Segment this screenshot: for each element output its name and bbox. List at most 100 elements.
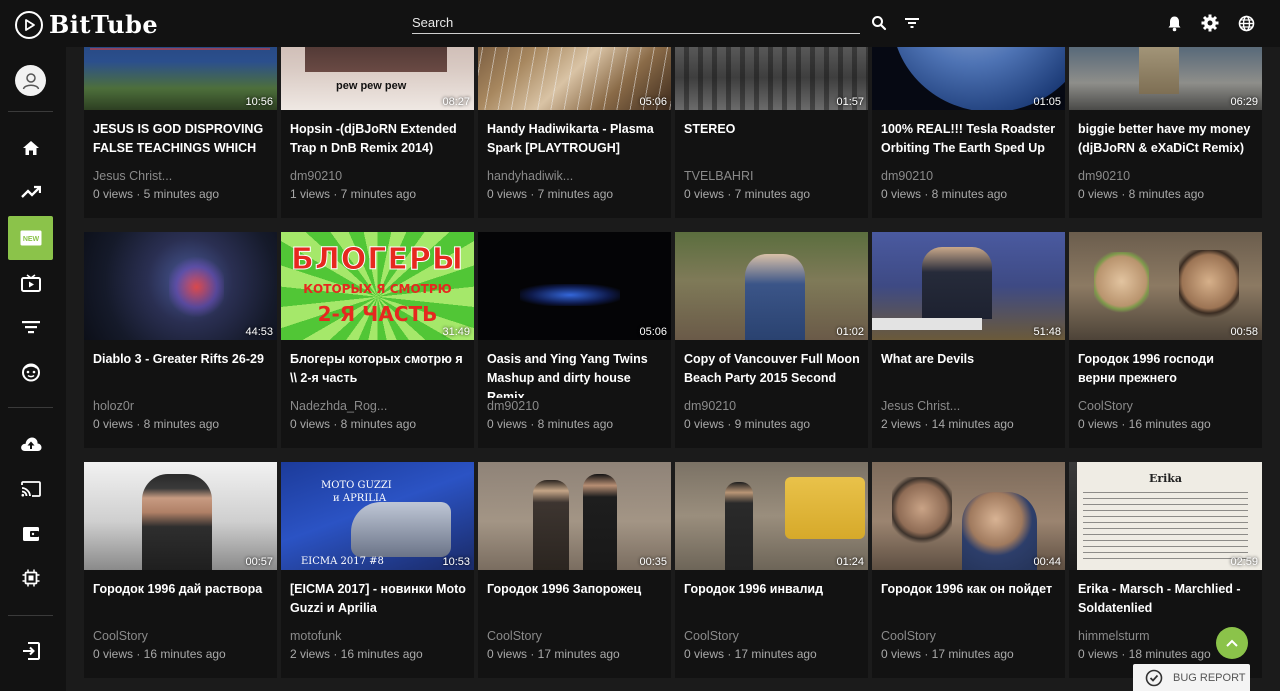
video-thumbnail[interactable]: 01:24 [675, 462, 868, 570]
video-author[interactable]: Jesus Christ... [84, 168, 277, 184]
video-author[interactable]: dm90210 [281, 168, 474, 184]
video-meta: 0 views · 9 minutes ago [684, 417, 811, 431]
video-card[interactable]: MOTO GUZZI и APRILIA EICMA 2017 #8 10:53… [281, 462, 474, 678]
video-title[interactable]: Блогеры которых смотрю я \\ 2-я часть [281, 340, 474, 398]
video-card[interactable]: 44:53 Diablo 3 - Greater Rifts 26-29 hol… [84, 232, 277, 448]
avatar[interactable] [15, 65, 46, 96]
sidebar-divider [8, 407, 53, 408]
video-duration: 02:59 [1230, 556, 1258, 568]
video-author[interactable]: CoolStory [84, 628, 277, 644]
check-circle-icon [1145, 669, 1163, 686]
search-icon[interactable] [868, 12, 890, 34]
top-bar: BitTube [0, 0, 1280, 47]
globe-icon[interactable] [1235, 12, 1257, 34]
video-title[interactable]: Handy Hadiwikarta - Plasma Spark [PLAYTR… [478, 110, 671, 168]
video-author[interactable]: handyhadiwik... [478, 168, 671, 184]
video-title[interactable]: Copy of Vancouver Full Moon Beach Party … [675, 340, 868, 398]
sidebar-item-settings[interactable] [8, 556, 53, 600]
video-title[interactable]: Городок 1996 дай раствора [84, 570, 277, 628]
video-duration: 01:05 [1033, 96, 1061, 108]
video-thumbnail[interactable]: 00:57 [84, 462, 277, 570]
video-author[interactable]: TVELBAHRI [675, 168, 868, 184]
video-author[interactable]: CoolStory [1069, 398, 1262, 414]
video-author[interactable]: dm90210 [1069, 168, 1262, 184]
video-title[interactable]: Городок 1996 господи верни прежнего [1069, 340, 1262, 398]
thumbnail-caption: Erika [1148, 472, 1183, 485]
sidebar-item-subscriptions[interactable] [8, 261, 53, 305]
video-thumbnail[interactable]: 00:44 [872, 462, 1065, 570]
video-author[interactable]: dm90210 [478, 398, 671, 414]
sidebar-item-wallet[interactable] [8, 512, 53, 556]
video-card[interactable]: 05:06 Oasis and Ying Yang Twins Mashup a… [478, 232, 671, 448]
search-input[interactable] [412, 12, 860, 32]
gear-icon[interactable] [1199, 12, 1221, 34]
video-thumbnail[interactable]: 44:53 [84, 232, 277, 340]
video-thumbnail[interactable]: 00:35 [478, 462, 671, 570]
video-author[interactable]: holoz0r [84, 398, 277, 414]
video-thumbnail[interactable]: 51:48 [872, 232, 1065, 340]
sidebar-item-home[interactable] [8, 126, 53, 170]
video-card[interactable]: 00:44 Городок 1996 как он пойдет CoolSto… [872, 462, 1065, 678]
video-author[interactable]: CoolStory [872, 628, 1065, 644]
video-title[interactable]: Hopsin -(djBJoRN Extended Trap n DnB Rem… [281, 110, 474, 168]
search-box [412, 12, 860, 34]
video-title[interactable]: Erika - Marsch - Marchlied - Soldatenlie… [1069, 570, 1262, 628]
video-title[interactable]: Oasis and Ying Yang Twins Mashup and dir… [478, 340, 671, 398]
sidebar-item-kids[interactable] [8, 350, 53, 394]
filter-icon[interactable] [901, 12, 923, 34]
play-logo-icon [15, 10, 43, 39]
video-thumbnail[interactable]: Erika 02:59 [1069, 462, 1262, 570]
video-card[interactable]: 51:48 What are Devils Jesus Christ... 2 … [872, 232, 1065, 448]
sidebar-item-upload[interactable] [8, 422, 53, 466]
sidebar-divider [8, 615, 53, 616]
bell-icon[interactable] [1163, 12, 1185, 34]
sidebar-item-cast[interactable] [8, 467, 53, 511]
video-meta: 0 views · 7 minutes ago [684, 187, 811, 201]
scroll-top-button[interactable] [1216, 627, 1248, 659]
video-title[interactable]: Diablo 3 - Greater Rifts 26-29 [84, 340, 277, 398]
video-card[interactable]: 00:35 Городок 1996 Запорожец CoolStory 0… [478, 462, 671, 678]
video-author[interactable]: dm90210 [872, 168, 1065, 184]
bittube-logo[interactable]: BitTube [15, 10, 158, 39]
sidebar-item-new[interactable]: NEW [8, 216, 53, 260]
sidebar: NEW [0, 47, 66, 691]
video-thumbnail[interactable]: 05:06 [478, 232, 671, 340]
sidebar-item-logout[interactable] [8, 629, 53, 673]
tv-play-icon [20, 274, 41, 292]
video-author[interactable]: Jesus Christ... [872, 398, 1065, 414]
video-title[interactable]: What are Devils [872, 340, 1065, 398]
video-duration: 51:48 [1033, 326, 1061, 338]
video-card[interactable]: 01:02 Copy of Vancouver Full Moon Beach … [675, 232, 868, 448]
video-title[interactable]: Городок 1996 Запорожец [478, 570, 671, 628]
video-author[interactable]: dm90210 [675, 398, 868, 414]
video-title[interactable]: JESUS IS GOD DISPROVING FALSE TEACHINGS … [84, 110, 277, 168]
video-thumbnail[interactable]: 01:02 [675, 232, 868, 340]
video-duration: 10:53 [442, 556, 470, 568]
video-card[interactable]: 00:57 Городок 1996 дай раствора CoolStor… [84, 462, 277, 678]
video-thumbnail[interactable]: БЛОГЕРЫ КОТОРЫХ Я СМОТРЮ 2-Я ЧАСТЬ 31:49 [281, 232, 474, 340]
video-duration: 00:35 [639, 556, 667, 568]
video-meta: 0 views · 16 minutes ago [93, 647, 226, 661]
video-title[interactable]: 100% REAL!!! Tesla Roadster Orbiting The… [872, 110, 1065, 168]
video-thumbnail[interactable]: MOTO GUZZI и APRILIA EICMA 2017 #8 10:53 [281, 462, 474, 570]
video-meta: 0 views · 5 minutes ago [93, 187, 220, 201]
video-title[interactable]: Городок 1996 инвалид [675, 570, 868, 628]
video-card[interactable]: 01:24 Городок 1996 инвалид CoolStory 0 v… [675, 462, 868, 678]
video-card[interactable]: 00:58 Городок 1996 господи верни прежнег… [1069, 232, 1262, 448]
video-thumbnail[interactable]: 00:58 [1069, 232, 1262, 340]
wallet-icon [22, 527, 39, 541]
video-author[interactable]: Nadezhda_Rog... [281, 398, 474, 414]
video-author[interactable]: CoolStory [675, 628, 868, 644]
video-title[interactable]: biggie better have my money (djBJoRN & e… [1069, 110, 1262, 168]
video-title[interactable]: STEREO [675, 110, 868, 168]
sidebar-item-trending[interactable] [8, 170, 53, 214]
sidebar-item-filter[interactable] [8, 305, 53, 349]
video-card[interactable]: БЛОГЕРЫ КОТОРЫХ Я СМОТРЮ 2-Я ЧАСТЬ 31:49… [281, 232, 474, 448]
video-title[interactable]: Городок 1996 как он пойдет [872, 570, 1065, 628]
video-duration: 10:56 [245, 96, 273, 108]
video-title[interactable]: [EICMA 2017] - новинки Moto Guzzi и Apri… [281, 570, 474, 628]
bug-report-button[interactable]: BUG REPORT [1133, 664, 1250, 691]
video-author[interactable]: motofunk [281, 628, 474, 644]
video-author[interactable]: CoolStory [478, 628, 671, 644]
video-duration: 06:29 [1230, 96, 1258, 108]
